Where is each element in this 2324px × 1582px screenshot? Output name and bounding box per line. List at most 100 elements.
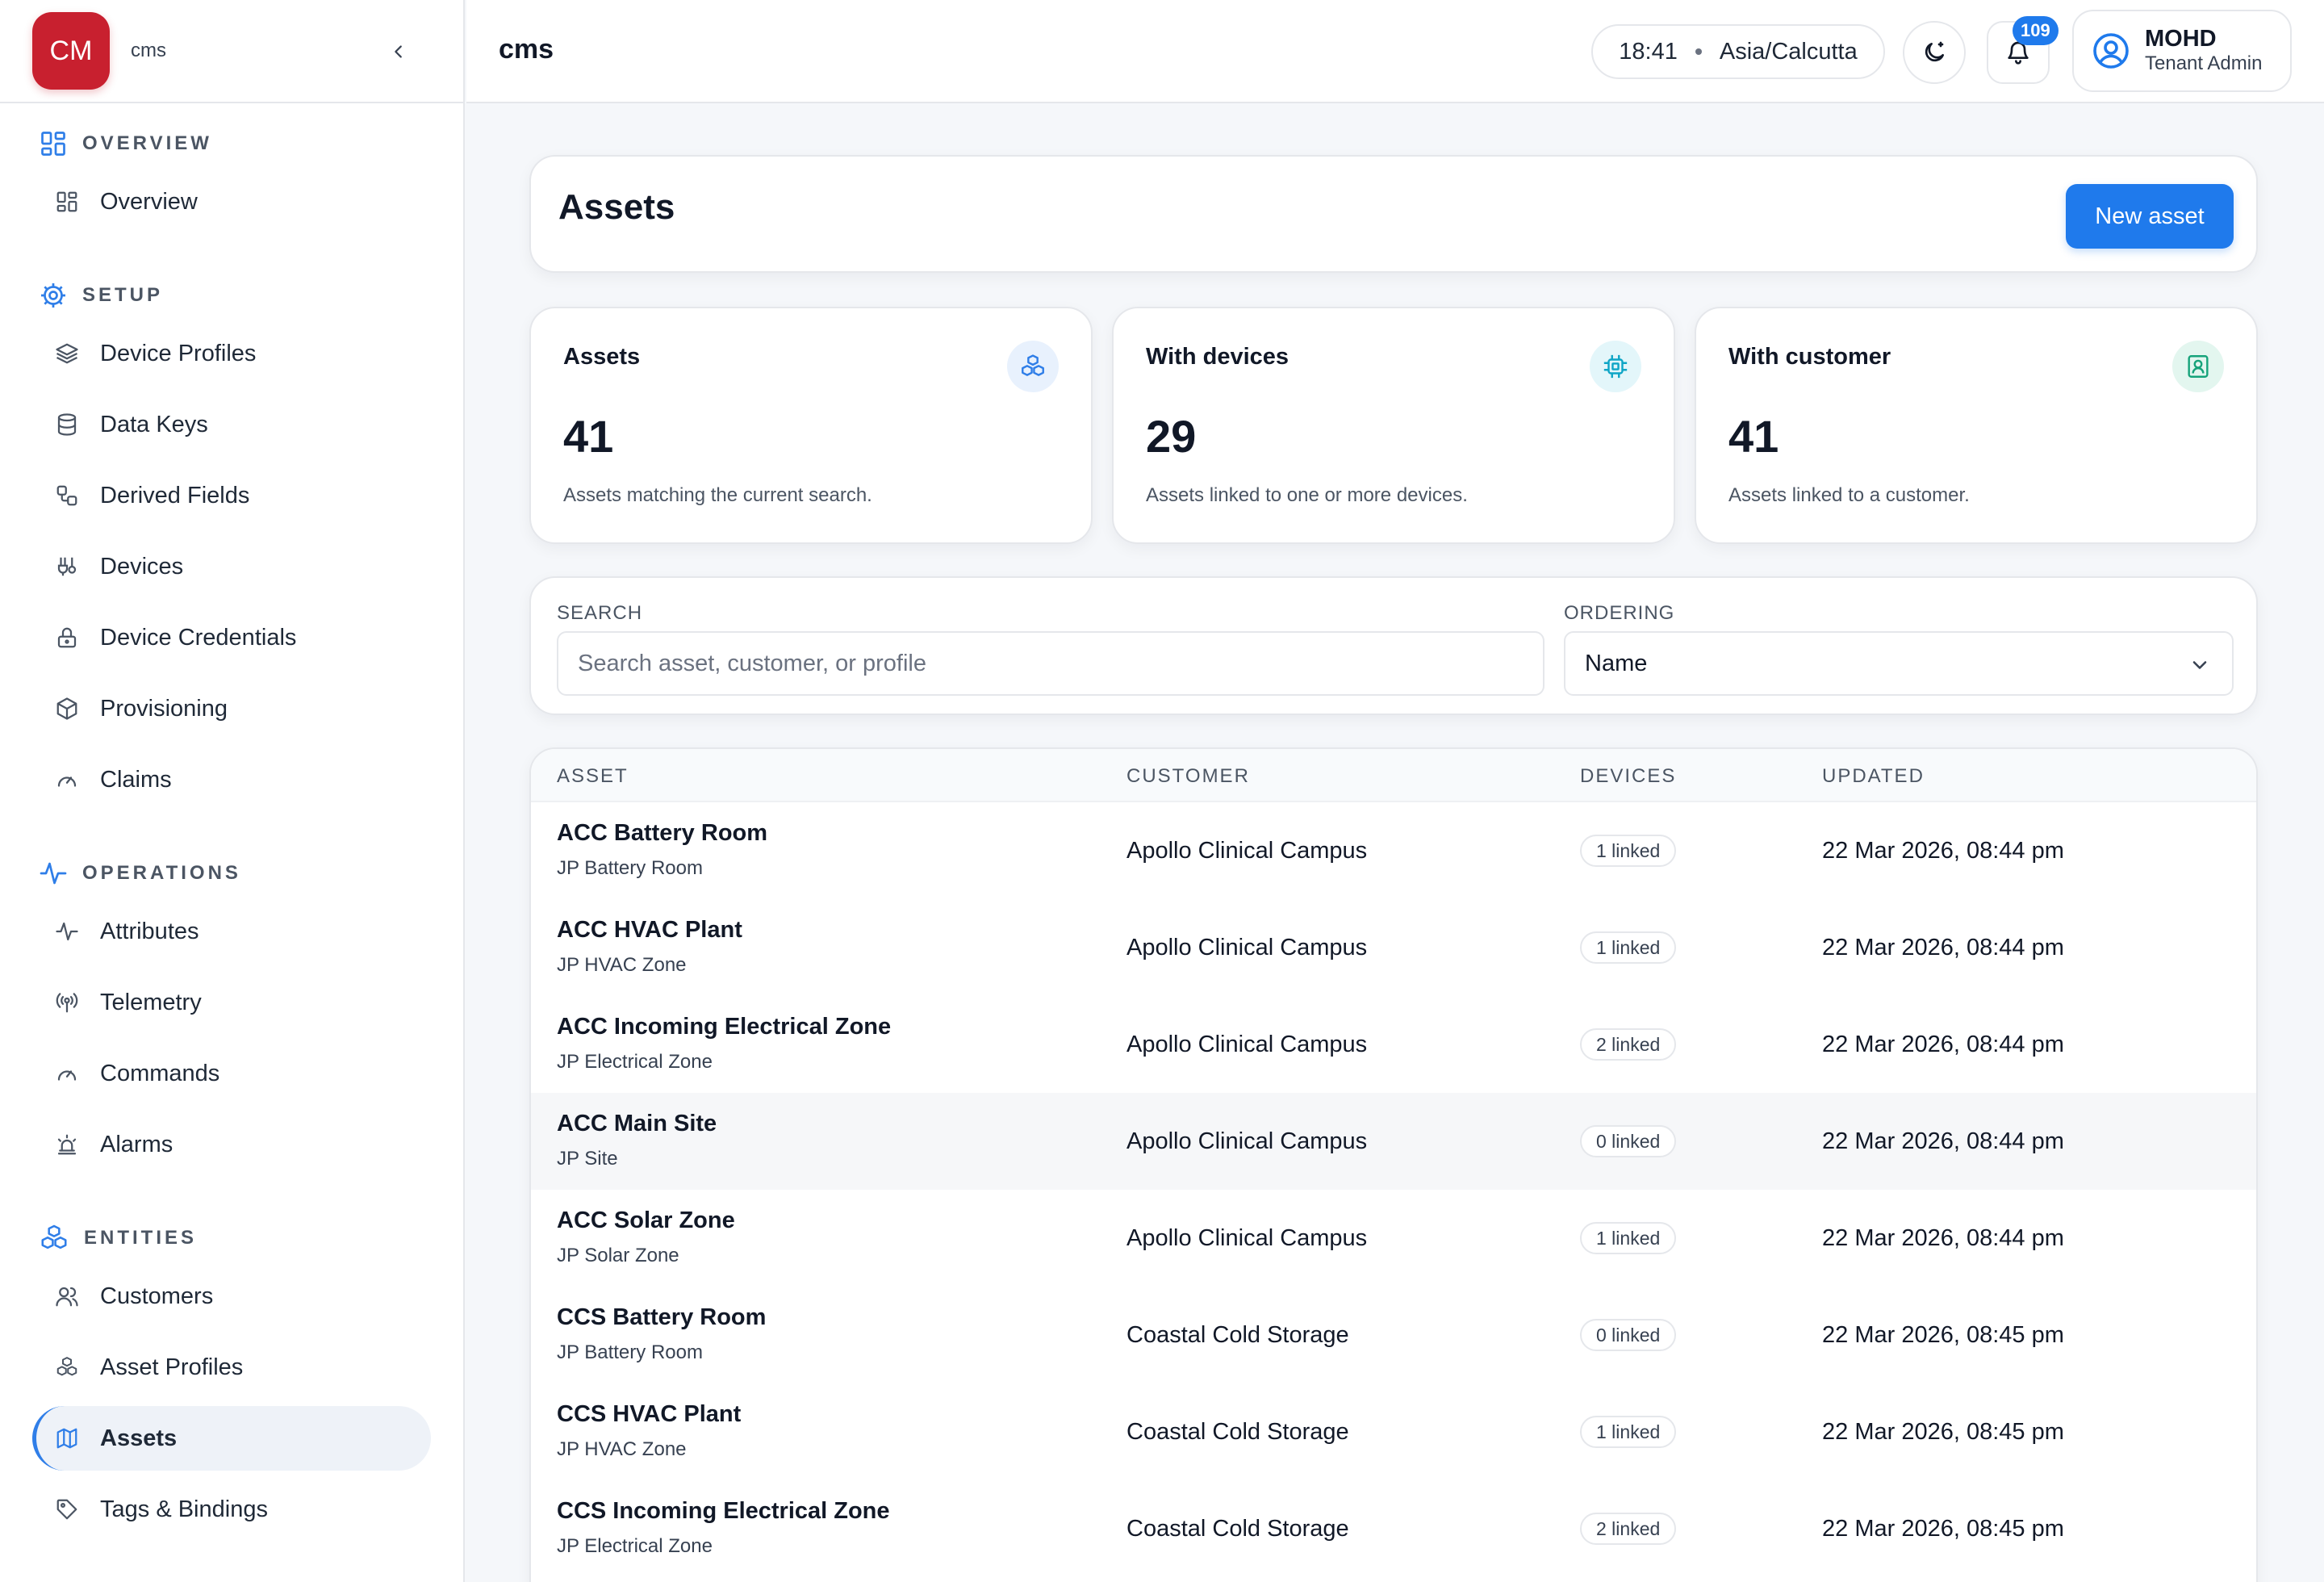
customer-name: Apollo Clinical Campus	[1126, 838, 1368, 864]
table-header: ASSET CUSTOMER DEVICES UPDATED	[531, 749, 2256, 802]
table-row[interactable]: CCS Battery Room JP Battery Room Coastal…	[531, 1287, 2256, 1383]
column-header-asset[interactable]: ASSET	[557, 765, 629, 788]
search-input[interactable]	[557, 631, 1544, 696]
cubes-icon	[41, 1224, 67, 1249]
sidebar-item-alarms[interactable]: Alarms	[32, 1112, 431, 1177]
customer-name: Apollo Clinical Campus	[1126, 935, 1368, 960]
section-title: SETUP	[82, 284, 164, 306]
contact-icon	[2188, 355, 2209, 378]
column-header-customer[interactable]: CUSTOMER	[1126, 765, 1250, 788]
ordering-label: ORDERING	[1564, 602, 1675, 624]
gauge-icon	[57, 776, 77, 787]
devices-badge: 2 linked	[1580, 1513, 1677, 1545]
table-row[interactable]: ACC HVAC Plant JP HVAC Zone Apollo Clini…	[531, 899, 2256, 996]
ordering-select[interactable]: Name	[1564, 631, 2234, 696]
table-row[interactable]: ACC Solar Zone JP Solar Zone Apollo Clin…	[531, 1190, 2256, 1287]
table-row[interactable]: ACC Battery Room JP Battery Room Apollo …	[531, 802, 2256, 899]
stat-card-with-devices: With devices 29 Assets linked to one or …	[1112, 307, 1675, 544]
sidebar-item-label: Attributes	[100, 918, 199, 944]
users-icon	[56, 1287, 78, 1307]
column-header-devices[interactable]: DEVICES	[1580, 765, 1676, 788]
table-row[interactable]: ACC Incoming Electrical Zone JP Electric…	[531, 996, 2256, 1093]
sidebar-item-label: Telemetry	[100, 989, 202, 1015]
sidebar-item-tags-bindings[interactable]: Tags & Bindings	[32, 1477, 431, 1542]
asset-name[interactable]: ACC Battery Room	[557, 820, 767, 847]
stat-label: Assets	[563, 344, 641, 370]
asset-name[interactable]: ACC Solar Zone	[557, 1207, 735, 1234]
asset-name[interactable]: ACC Main Site	[557, 1111, 717, 1137]
table-row[interactable]: CCS HVAC Plant JP HVAC Zone Coastal Cold…	[531, 1383, 2256, 1480]
stat-description: Assets linked to one or more devices.	[1146, 484, 1468, 506]
new-asset-button[interactable]: New asset	[2066, 184, 2234, 249]
asset-profile: JP HVAC Zone	[557, 954, 687, 976]
nav-section-operations: OPERATIONS Attributes Telemetry Commands…	[0, 854, 465, 1183]
devices-badge: 0 linked	[1580, 1319, 1677, 1351]
sidebar-item-device-credentials[interactable]: Device Credentials	[32, 605, 431, 670]
sidebar: CM cms OVERVIEW Overview SETUP Device Pr…	[0, 0, 465, 1582]
activity-icon	[56, 922, 78, 941]
stat-label: With customer	[1728, 344, 1891, 370]
cubes-icon	[1022, 354, 1044, 376]
customer-name: Coastal Cold Storage	[1126, 1322, 1349, 1348]
sidebar-item-label: Tags & Bindings	[100, 1496, 268, 1522]
collapse-sidebar-button[interactable]	[382, 36, 415, 68]
sidebar-item-label: Derived Fields	[100, 482, 250, 508]
updated-timestamp: 22 Mar 2026, 08:44 pm	[1822, 1032, 2064, 1057]
sidebar-item-label: Device Profiles	[100, 340, 257, 366]
sidebar-item-label: Device Credentials	[100, 624, 297, 651]
sidebar-item-device-profiles[interactable]: Device Profiles	[32, 321, 431, 386]
sidebar-item-devices[interactable]: Devices	[32, 534, 431, 599]
brand-logo[interactable]: CM	[32, 12, 110, 90]
sidebar-item-asset-profiles[interactable]: Asset Profiles	[32, 1335, 431, 1400]
devices-badge: 1 linked	[1580, 1416, 1677, 1448]
asset-profile: JP Electrical Zone	[557, 1535, 713, 1557]
clock-timezone-pill[interactable]: 18:41 Asia/Calcutta	[1591, 24, 1885, 79]
stat-card-assets: Assets 41 Assets matching the current se…	[529, 307, 1093, 544]
stat-value: 41	[1728, 411, 1779, 462]
devices-badge: 1 linked	[1580, 931, 1677, 964]
gear-icon	[41, 283, 65, 308]
updated-timestamp: 22 Mar 2026, 08:45 pm	[1822, 1516, 2064, 1542]
sidebar-item-derived-fields[interactable]: Derived Fields	[32, 463, 431, 528]
table-row[interactable]: CCS Incoming Electrical Zone JP Electric…	[531, 1480, 2256, 1577]
chevron-left-icon	[395, 45, 402, 58]
section-heading-overview: OVERVIEW	[0, 124, 465, 163]
sidebar-item-provisioning[interactable]: Provisioning	[32, 676, 431, 741]
updated-timestamp: 22 Mar 2026, 08:45 pm	[1822, 1322, 2064, 1348]
updated-timestamp: 22 Mar 2026, 08:44 pm	[1822, 1225, 2064, 1251]
ordering-value: Name	[1585, 650, 1648, 676]
column-header-updated[interactable]: UPDATED	[1822, 765, 1925, 788]
sidebar-item-attributes[interactable]: Attributes	[32, 899, 431, 964]
chip-icon	[1603, 354, 1628, 379]
sidebar-item-label: Customers	[100, 1283, 214, 1309]
stat-description: Assets linked to a customer.	[1728, 484, 1970, 506]
section-heading-operations: OPERATIONS	[0, 854, 465, 893]
stat-value: 29	[1146, 411, 1197, 462]
sidebar-item-label: Data Keys	[100, 411, 208, 437]
user-role: Tenant Admin	[2145, 52, 2263, 74]
notification-count-badge: 109	[2013, 16, 2059, 45]
timezone-label: Asia/Calcutta	[1719, 38, 1858, 65]
sidebar-item-commands[interactable]: Commands	[32, 1041, 431, 1106]
sidebar-item-assets[interactable]: Assets	[32, 1406, 431, 1471]
asset-name[interactable]: ACC HVAC Plant	[557, 917, 742, 944]
asset-name[interactable]: CCS Incoming Electrical Zone	[557, 1498, 890, 1525]
updated-timestamp: 22 Mar 2026, 08:44 pm	[1822, 935, 2064, 960]
asset-name[interactable]: CCS Battery Room	[557, 1304, 766, 1331]
user-name: MOHD	[2145, 26, 2217, 52]
page-title: Assets	[558, 187, 675, 227]
sidebar-item-telemetry[interactable]: Telemetry	[32, 970, 431, 1035]
asset-name[interactable]: CCS HVAC Plant	[557, 1401, 741, 1428]
sidebar-item-customers[interactable]: Customers	[32, 1264, 431, 1329]
stat-description: Assets matching the current search.	[563, 484, 872, 506]
devices-badge: 2 linked	[1580, 1028, 1677, 1061]
stat-card-with-customer: With customer 41 Assets linked to a cust…	[1695, 307, 2258, 544]
tenant-name: cms	[131, 40, 166, 61]
asset-name[interactable]: ACC Incoming Electrical Zone	[557, 1014, 891, 1040]
user-menu[interactable]: MOHD Tenant Admin	[2072, 10, 2292, 92]
sidebar-item-claims[interactable]: Claims	[32, 747, 431, 812]
table-row[interactable]: ACC Main Site JP Site Apollo Clinical Ca…	[531, 1093, 2256, 1190]
theme-toggle-button[interactable]	[1903, 21, 1966, 84]
sidebar-item-data-keys[interactable]: Data Keys	[32, 392, 431, 457]
sidebar-item-overview[interactable]: Overview	[32, 170, 431, 234]
